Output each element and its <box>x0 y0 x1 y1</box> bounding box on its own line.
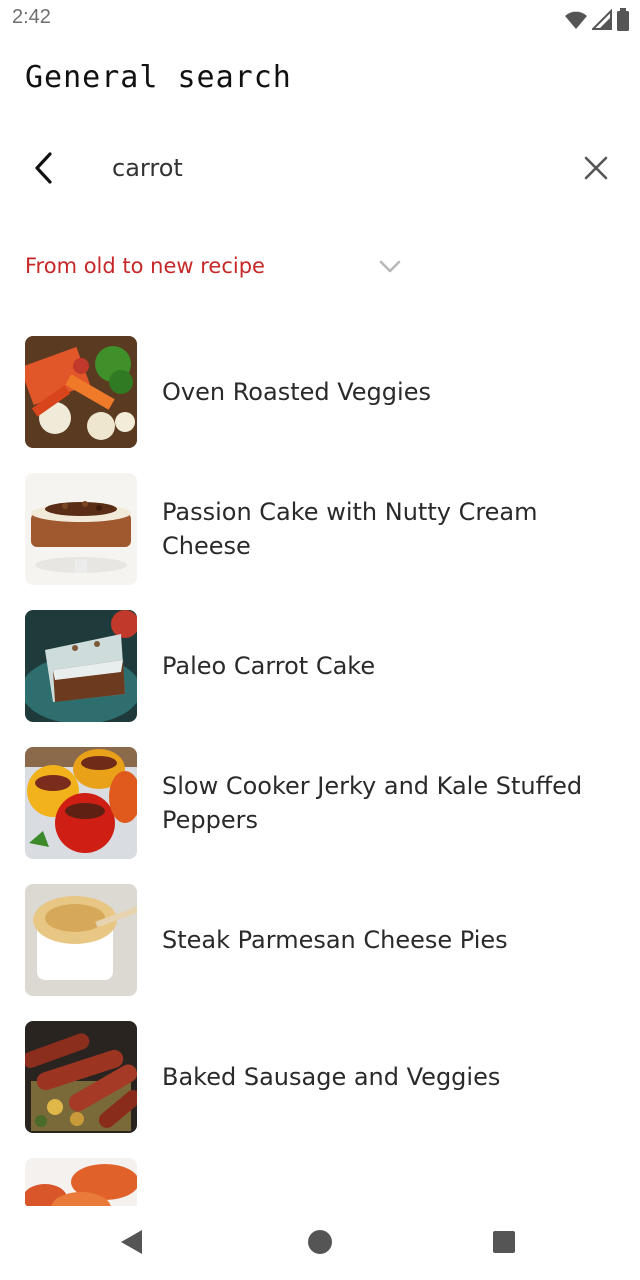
search-bar <box>0 130 640 206</box>
chevron-down-icon <box>379 260 401 273</box>
chevron-left-icon <box>35 152 52 184</box>
recipe-thumbnail <box>25 884 137 996</box>
system-nav-bar <box>0 1206 640 1280</box>
recipe-thumbnail <box>25 610 137 722</box>
list-item[interactable] <box>0 1158 640 1206</box>
recipe-thumbnail <box>25 1158 137 1206</box>
status-icons <box>564 8 630 32</box>
recipe-name: Steak Parmesan Cheese Pies <box>162 926 508 954</box>
back-triangle-icon[interactable] <box>118 1228 146 1256</box>
recipe-name: Oven Roasted Veggies <box>162 378 431 406</box>
home-circle-icon[interactable] <box>308 1230 332 1254</box>
list-item[interactable]: Paleo Carrot Cake <box>0 610 640 722</box>
recipe-list: Oven Roasted Veggies Passion Cake with N… <box>0 336 640 1206</box>
status-time: 2:42 <box>12 6 51 28</box>
clear-search-button[interactable] <box>574 146 618 190</box>
recipe-name: Slow Cooker Jerky and Kale Stuffed Peppe… <box>162 772 583 834</box>
list-item[interactable]: Passion Cake with Nutty Cream Cheese <box>0 473 640 585</box>
recipe-thumbnail <box>25 747 137 859</box>
status-bar: 2:42 <box>0 0 640 40</box>
recipe-thumbnail <box>25 473 137 585</box>
recipe-name: Passion Cake with Nutty Cream Cheese <box>162 498 538 560</box>
list-item[interactable]: Slow Cooker Jerky and Kale Stuffed Peppe… <box>0 747 640 859</box>
list-item[interactable]: Steak Parmesan Cheese Pies <box>0 884 640 996</box>
page-title: General search <box>25 60 292 95</box>
list-item[interactable]: Baked Sausage and Veggies <box>0 1021 640 1133</box>
recipe-name: Paleo Carrot Cake <box>162 652 376 680</box>
recents-square-icon[interactable] <box>493 1231 515 1253</box>
recipe-thumbnail <box>25 336 137 448</box>
list-item[interactable]: Oven Roasted Veggies <box>0 336 640 448</box>
recipe-name <box>162 1158 622 1206</box>
cell-signal-icon <box>592 9 612 30</box>
back-button[interactable] <box>22 146 66 190</box>
sort-selected-label: From old to new recipe <box>25 254 265 278</box>
recipe-name: Baked Sausage and Veggies <box>162 1063 501 1091</box>
sort-dropdown[interactable]: From old to new recipe <box>25 248 405 288</box>
wifi-icon <box>565 11 587 29</box>
recipe-thumbnail <box>25 1021 137 1133</box>
battery-icon <box>617 8 629 31</box>
close-icon <box>584 156 608 180</box>
search-input[interactable] <box>112 148 532 188</box>
